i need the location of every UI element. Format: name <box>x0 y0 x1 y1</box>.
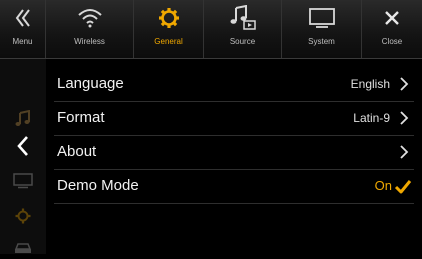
setting-row-language[interactable]: Language English <box>54 68 414 102</box>
top-tab-bar: Menu Wireless General Source System Clos… <box>0 0 422 59</box>
setting-label: About <box>57 143 97 160</box>
setting-value: On <box>374 178 392 193</box>
setting-row-format[interactable]: Format Latin-9 <box>54 102 414 136</box>
tab-system-label: System <box>308 37 335 46</box>
tab-close[interactable]: Close <box>362 0 422 58</box>
chevron-right-icon <box>400 111 409 125</box>
car-icon <box>12 237 34 259</box>
music-source-icon <box>229 0 257 36</box>
tab-general-label: General <box>154 37 183 46</box>
tab-menu-label: Menu <box>12 37 33 46</box>
chevron-right-icon <box>400 145 409 159</box>
close-icon <box>384 0 400 36</box>
back-arrow-icon[interactable] <box>12 135 34 157</box>
setting-label: Format <box>57 109 105 126</box>
music-icon <box>12 108 34 130</box>
setting-row-demo-mode[interactable]: Demo Mode On <box>54 170 414 204</box>
tab-source-label: Source <box>229 37 256 46</box>
settings-list: Language English Format Latin-9 About De… <box>46 68 422 204</box>
display-icon <box>12 170 34 192</box>
chevron-right-icon <box>400 77 409 91</box>
tab-wireless[interactable]: Wireless <box>46 0 134 58</box>
setting-label: Demo Mode <box>57 177 139 194</box>
tab-menu[interactable]: Menu <box>0 0 46 58</box>
monitor-icon <box>308 0 336 36</box>
double-chevron-left-icon <box>14 0 32 36</box>
wifi-icon <box>77 0 103 36</box>
setting-value: English <box>350 77 390 91</box>
tab-general[interactable]: General <box>134 0 204 58</box>
setting-value: Latin-9 <box>353 111 390 125</box>
tab-wireless-label: Wireless <box>74 37 105 46</box>
checkmark-icon[interactable] <box>394 179 412 195</box>
setting-row-about[interactable]: About <box>54 136 414 170</box>
tab-close-label: Close <box>381 37 403 46</box>
sidebar <box>0 59 46 254</box>
gear-icon-sidebar <box>12 205 34 227</box>
setting-label: Language <box>57 75 124 92</box>
tab-system[interactable]: System <box>282 0 362 58</box>
tab-source[interactable]: Source <box>204 0 282 58</box>
gear-icon <box>157 0 181 36</box>
